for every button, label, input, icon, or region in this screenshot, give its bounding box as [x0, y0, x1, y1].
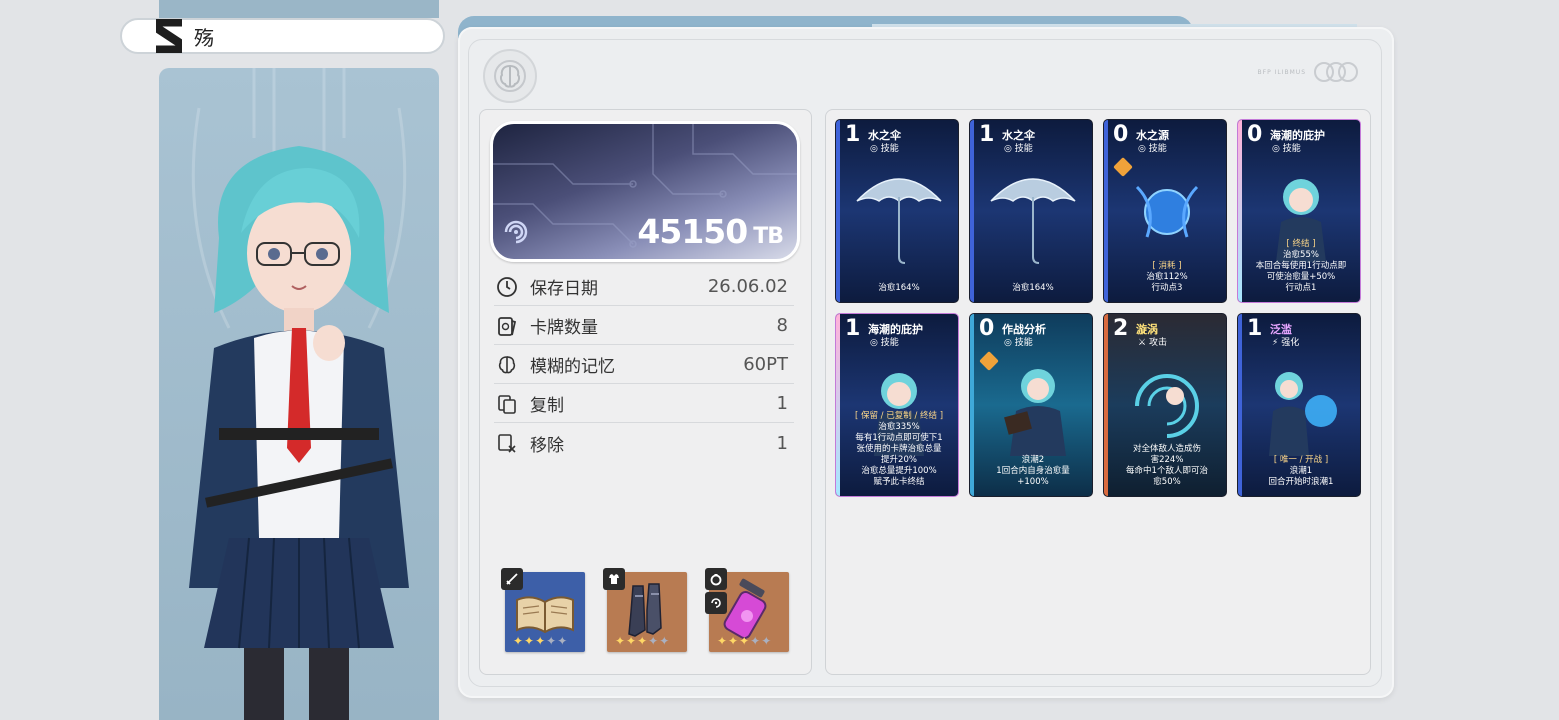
card-water-umbrella[interactable]: 1 水之伞 ◎ 技能 治愈164%	[835, 119, 959, 303]
stat-label: 模糊的记忆	[530, 357, 615, 377]
card-cost: 0	[1113, 122, 1129, 147]
stat-value: 1	[776, 432, 788, 454]
deck-panel: BFP ILIBMUS 45150 TB 保存日期 26.06.02 卡牌数量 …	[458, 27, 1394, 698]
card-cost: 2	[1113, 316, 1129, 341]
card-description: [ 消耗 ] 治愈112% 行动点3	[1146, 261, 1188, 293]
brain-badge-icon	[483, 49, 537, 103]
rarity-stars: ✦✦✦✦✦	[717, 634, 773, 648]
rings-icon	[1314, 62, 1358, 82]
brand-logo: BFP ILIBMUS	[1258, 62, 1358, 82]
stat-row-memory: 模糊的记忆 60PT	[494, 346, 794, 384]
rarity-stars: ✦✦✦✦✦	[615, 634, 671, 648]
card-description: 对全体敌人造成伤 害224% 每命中1个敌人即可治 愈50%	[1126, 444, 1208, 487]
character-illustration	[189, 68, 409, 720]
stat-row-copy: 复制 1	[494, 385, 794, 423]
equipment-slot-armor[interactable]: ✦✦✦✦✦	[603, 568, 687, 652]
card-cost: 0	[1247, 122, 1263, 147]
brand-logo-text: BFP ILIBMUS	[1257, 68, 1306, 76]
stat-label: 复制	[530, 396, 564, 416]
rarity-stars: ✦✦✦✦✦	[513, 634, 569, 648]
tb-balance-card: 45150 TB	[490, 121, 800, 262]
card-vortex[interactable]: 2 漩涡 ⚔ 攻击 对全体敌人造成伤 害224% 每命中1个敌人即可治 愈50%	[1103, 313, 1227, 497]
card-water-source[interactable]: 0 水之源 ◎ 技能 [ 消耗 ] 治愈112% 行动点3	[1103, 119, 1227, 303]
portrait-top-strip	[159, 0, 439, 18]
stat-label: 移除	[530, 435, 564, 456]
character-portrait	[159, 68, 439, 720]
stat-row-save-date: 保存日期 26.06.02	[494, 268, 794, 306]
card-description: 治愈164%	[878, 283, 920, 293]
umbrella-art-icon	[840, 152, 958, 272]
clock-icon	[497, 276, 517, 297]
equipment-slot-weapon[interactable]: ✦✦✦✦✦	[501, 568, 585, 652]
card-description: [ 终结 ] 治愈55% 本回合每使用1行动点即 可使治愈量+50% 行动点1	[1255, 239, 1347, 293]
character-reading-art-icon	[974, 346, 1092, 466]
copy-icon	[498, 394, 516, 414]
tb-amount: 45150 TB	[637, 212, 784, 251]
card-cost: 1	[1247, 316, 1263, 341]
equipment-slot-accessory[interactable]: ✦✦✦✦✦	[705, 568, 789, 652]
tb-amount-value: 45150	[637, 212, 748, 251]
card-description: 浪潮2 1回合内自身治愈量 +100%	[996, 455, 1070, 487]
faction-logo-icon	[156, 19, 182, 53]
cards-icon	[498, 316, 517, 336]
card-cost: 1	[979, 122, 995, 147]
umbrella-art-icon	[974, 152, 1092, 272]
card-cost: 0	[979, 316, 995, 341]
stat-value: 1	[776, 393, 788, 414]
card-description: [ 唯一 / 开战 ] 浪潮1 回合开始时浪潮1	[1268, 455, 1334, 487]
card-flood[interactable]: 1 泛滥 ⚡ 强化 [ 唯一 / 开战 ] 浪潮1 回合开始时浪潮1	[1237, 313, 1361, 497]
card-water-umbrella[interactable]: 1 水之伞 ◎ 技能 治愈164%	[969, 119, 1093, 303]
deck-info-panel: 45150 TB 保存日期 26.06.02 卡牌数量 8 模糊的记忆 60PT…	[479, 109, 812, 675]
stat-label: 保存日期	[530, 279, 598, 299]
card-grid-panel: 1 水之伞 ◎ 技能 治愈164% 1 水之伞 ◎ 技能 治愈164% 0 水之…	[825, 109, 1371, 675]
brain-icon	[498, 355, 516, 373]
stat-value: 8	[776, 315, 788, 336]
swirl-currency-icon	[501, 217, 531, 251]
stat-row-card-count: 卡牌数量 8	[494, 307, 794, 345]
stat-value: 60PT	[743, 354, 788, 375]
stat-label: 卡牌数量	[530, 318, 598, 338]
stat-row-remove: 移除 1	[494, 424, 794, 462]
card-description: [ 保留 / 已复制 / 终结 ] 治愈335% 每有1行动点即可使下1 张使用…	[854, 411, 944, 487]
card-combat-analysis[interactable]: 0 作战分析 ◎ 技能 浪潮2 1回合内自身治愈量 +100%	[969, 313, 1093, 497]
character-name: 殇	[194, 25, 214, 50]
card-tide-shelter[interactable]: 0 海潮的庇护 ◎ 技能 [ 终结 ] 治愈55% 本回合每使用1行动点即 可使…	[1237, 119, 1361, 303]
character-name-bar: 殇	[120, 18, 445, 54]
card-tide-shelter[interactable]: 1 海潮的庇护 ◎ 技能 [ 保留 / 已复制 / 终结 ] 治愈335% 每有…	[835, 313, 959, 497]
tb-amount-unit: TB	[753, 224, 784, 249]
remove-icon	[498, 434, 516, 453]
water-orb-art-icon	[1108, 152, 1226, 272]
water-orb-character-art-icon	[1242, 346, 1360, 466]
card-description: 治愈164%	[1012, 283, 1054, 293]
stat-value: 26.06.02	[707, 276, 788, 297]
card-cost: 1	[845, 122, 861, 147]
card-cost: 1	[845, 316, 861, 341]
